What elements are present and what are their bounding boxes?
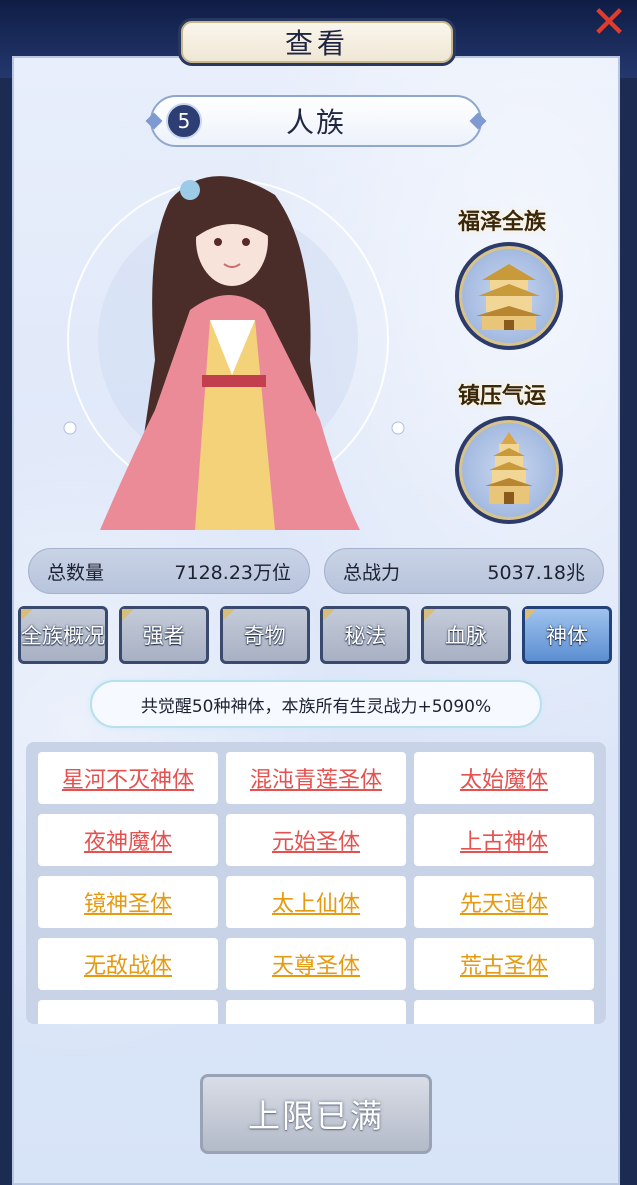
- tab-secret-arts[interactable]: 秘法: [320, 606, 411, 664]
- total-power-label: 总战力: [343, 561, 401, 584]
- list-item[interactable]: 元始圣体: [226, 814, 406, 866]
- close-icon[interactable]: ✕: [586, 0, 632, 46]
- list-item[interactable]: 荒古圣体: [414, 938, 594, 990]
- list-item[interactable]: 夜神魔体: [38, 814, 218, 866]
- race-selector[interactable]: 5 人族: [145, 95, 487, 147]
- tab-strong[interactable]: 强者: [118, 606, 209, 664]
- awakening-info: 共觉醒50种神体，本族所有生灵战力+5090%: [90, 680, 542, 728]
- list-item-partial[interactable]: [414, 1000, 594, 1024]
- divine-body-list[interactable]: 星河不灭神体 混沌青莲圣体 太始魔体 夜神魔体 元始圣体 上古神体 镜神圣体 太…: [26, 742, 606, 1024]
- list-item[interactable]: 上古神体: [414, 814, 594, 866]
- list-item[interactable]: 太上仙体: [226, 876, 406, 928]
- badge-label-suppress: 镇压气运: [458, 384, 547, 409]
- tab-divine-body[interactable]: 神体: [521, 606, 612, 664]
- character-portrait: [63, 176, 405, 530]
- limit-reached-button[interactable]: 上限已满: [200, 1074, 432, 1154]
- category-tabs: 全族概况 强者 奇物 秘法 血脉 神体: [18, 606, 612, 664]
- list-item[interactable]: 混沌青莲圣体: [226, 752, 406, 804]
- list-item[interactable]: 太始魔体: [414, 752, 594, 804]
- pavilion-icon[interactable]: [455, 242, 563, 350]
- list-item[interactable]: 无敌战体: [38, 938, 218, 990]
- race-level-badge: 5: [166, 103, 202, 139]
- list-item[interactable]: 镜神圣体: [38, 876, 218, 928]
- list-item[interactable]: 星河不灭神体: [38, 752, 218, 804]
- total-power-box: 总战力 5037.18兆: [324, 548, 604, 594]
- tab-treasures[interactable]: 奇物: [219, 606, 310, 664]
- total-count-label: 总数量: [47, 561, 105, 584]
- total-count-box: 总数量 7128.23万位: [28, 548, 310, 594]
- race-name: 人族: [285, 106, 346, 139]
- total-power-value: 5037.18兆: [487, 561, 585, 584]
- tab-bloodline[interactable]: 血脉: [421, 606, 512, 664]
- list-item[interactable]: 天尊圣体: [226, 938, 406, 990]
- tab-overview[interactable]: 全族概况: [18, 606, 108, 664]
- pagoda-icon[interactable]: [455, 416, 563, 524]
- page-title: 查看: [178, 18, 456, 66]
- list-item[interactable]: 先天道体: [414, 876, 594, 928]
- list-item-partial[interactable]: [226, 1000, 406, 1024]
- list-item-partial[interactable]: [38, 1000, 218, 1024]
- total-count-value: 7128.23万位: [174, 561, 291, 584]
- badge-label-fortune: 福泽全族: [458, 210, 547, 235]
